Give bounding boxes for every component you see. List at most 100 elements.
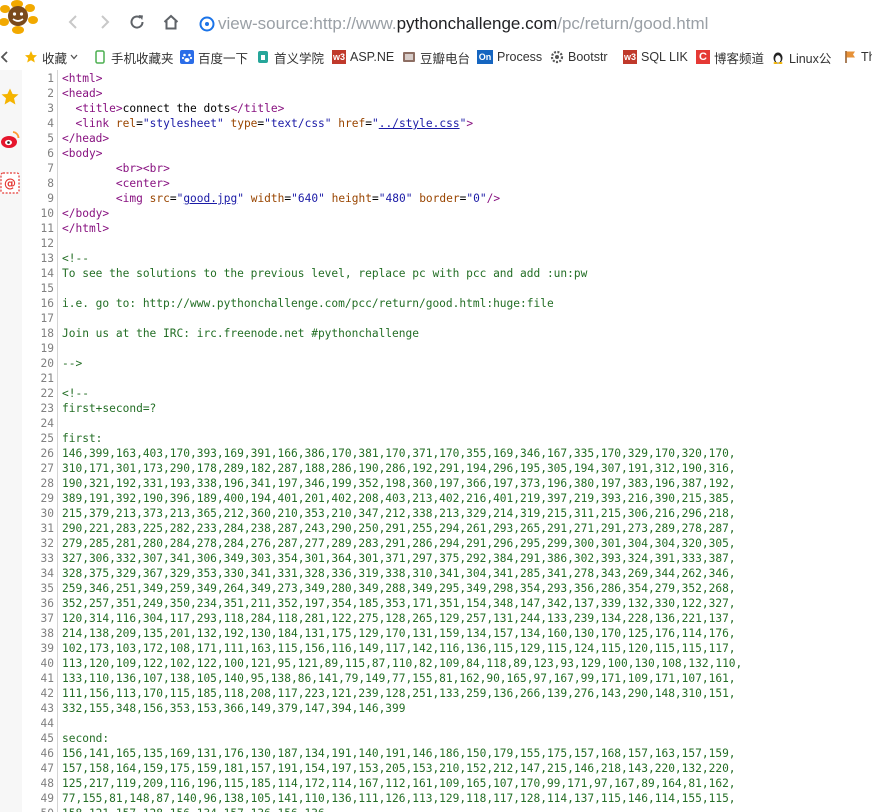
address-bar[interactable]: view-source:http://www.pythonchallenge.c… [198,12,872,36]
line-code: first: [62,432,103,445]
home-button[interactable] [158,9,184,35]
bookmark-item[interactable]: Linux公 [771,49,831,66]
line-code: second: [62,732,110,745]
bookmark-item[interactable]: 手机收藏夹 [93,49,174,66]
source-line: 41 133,110,136,107,138,105,140,95,138,86,… [22,671,872,686]
bookmark-item[interactable]: Bootstr [550,49,608,65]
source-line: 40 113,120,109,122,102,122,100,121,95,121… [22,656,872,671]
radio-icon [402,50,416,64]
source-line: 45 second: [22,731,872,746]
line-number: 48 [40,777,54,790]
line-number: 14 [40,267,54,280]
mail-button[interactable]: @ [0,168,20,198]
source-line: 13 <!-- [22,251,872,266]
source-line: 1 <html> [22,71,872,86]
line-code: --> [62,357,83,370]
source-line: 50 158,121,157,128,156,134,157,136,156,13… [22,806,872,812]
line-code: </html> [62,222,110,235]
source-line: 35 259,346,251,349,259,349,264,349,273,34… [22,581,872,596]
back-button[interactable] [60,9,86,35]
line-code: <br><br> [115,162,170,175]
line-number: 27 [40,462,54,475]
line-number: 8 [47,177,54,190]
arrow-right-icon [101,15,110,29]
line-number: 34 [40,567,54,580]
paw-icon [180,50,194,64]
bookmark-item[interactable]: On Process [477,49,542,65]
bookmark-item[interactable]: 收藏 [24,49,78,66]
line-number: 39 [40,642,54,655]
source-line: 7 <br><br> [22,161,872,176]
bookmark-item[interactable]: 百度一下 [180,49,248,66]
line-code: 120,314,116,304,117,293,118,284,118,281,… [62,612,736,625]
line-number: 43 [40,702,54,715]
line-code: 113,120,109,122,102,122,100,121,95,121,8… [62,657,743,670]
url-text[interactable]: view-source:http://www.pythonchallenge.c… [218,14,708,34]
bookmark-item[interactable]: w3 ASP.NE [332,49,394,65]
weibo-button[interactable] [0,125,20,155]
line-number: 32 [40,537,54,550]
at-sign-icon: @ [0,172,20,194]
line-code: 102,173,103,172,108,171,111,163,115,156,… [62,642,736,655]
bookmark-item[interactable]: 首义学院 [256,49,324,66]
line-number: 6 [47,147,54,160]
source-line: 2 <head> [22,86,872,101]
on-icon: On [477,50,493,64]
source-line: 49 77,155,81,148,87,140,96,138,105,141,11… [22,791,872,806]
line-number: 3 [47,102,54,115]
w3-icon: w3 [623,50,637,64]
bookmark-label: Bootstr [568,50,608,64]
source-line: 18 Join us at the IRC: irc.freenode.net #… [22,326,872,341]
forward-button[interactable] [92,9,118,35]
line-number: 46 [40,747,54,760]
line-number: 23 [40,402,54,415]
line-number: 31 [40,522,54,535]
weibo-icon [1,131,20,148]
side-panel: @ [0,70,23,812]
line-code: 157,158,164,159,175,159,181,157,191,154,… [62,762,736,775]
source-line: 28 190,321,192,331,193,338,196,341,197,34… [22,476,872,491]
browser-logo-icon [0,0,40,36]
source-line: 3 <title>connect the dots</title> [22,101,872,116]
line-code: 111,156,113,170,115,185,118,208,117,223,… [62,687,736,700]
line-number: 36 [40,597,54,610]
bookmarks-more-button[interactable] [0,49,10,65]
source-view: 1 <html> 2 <head> 3 <title>connect the dots<… [22,70,872,812]
bookmark-item[interactable]: C 博客频道 [696,49,764,66]
bookmarks-bar: 收藏 手机收藏夹 百度一下 首义学院 w3 ASP.NE 豆瓣电台 On Pro… [0,44,872,71]
bookmark-item[interactable]: 豆瓣电台 [402,49,470,66]
line-code: 259,346,251,349,259,349,264,349,273,349,… [62,582,736,595]
line-number: 28 [40,477,54,490]
star-icon [1,88,19,105]
bookmark-item[interactable]: Th [843,49,872,65]
line-number: 1 [47,72,54,85]
line-code: 133,110,136,107,138,105,140,95,138,86,14… [62,672,736,685]
line-number: 22 [40,387,54,400]
source-line: 9 <img src="good.jpg" width="640" height… [22,191,872,206]
source-line: 5 </head> [22,131,872,146]
line-number: 10 [40,207,54,220]
line-number: 41 [40,672,54,685]
bookmark-label: Process [497,50,543,64]
bookmark-label: 手机收藏夹 [111,51,174,66]
source-line: 44 [22,716,872,731]
source-line: 17 [22,311,872,326]
line-number: 18 [40,327,54,340]
line-number: 49 [40,792,54,805]
url-prefix: view-source:http://www. [218,14,397,33]
line-number: 26 [40,447,54,460]
line-number: 15 [40,282,54,295]
line-code: <link rel="stylesheet" type="text/css" h… [75,117,474,130]
line-number: 19 [40,342,54,355]
line-number: 40 [40,657,54,670]
bookmark-item[interactable]: w3 SQL LIK [623,49,688,65]
bookmark-label: SQL LIK [641,50,688,64]
source-line: 47 157,158,164,159,175,159,181,157,191,15… [22,761,872,776]
star-icon [24,50,38,64]
line-number: 12 [40,237,54,250]
reload-button[interactable] [124,9,150,35]
source-line: 4 <link rel="stylesheet" type="text/css"… [22,116,872,131]
gear-icon [550,50,564,64]
favorites-button[interactable] [0,82,20,112]
bookmark-label: ASP.NE [350,50,395,64]
